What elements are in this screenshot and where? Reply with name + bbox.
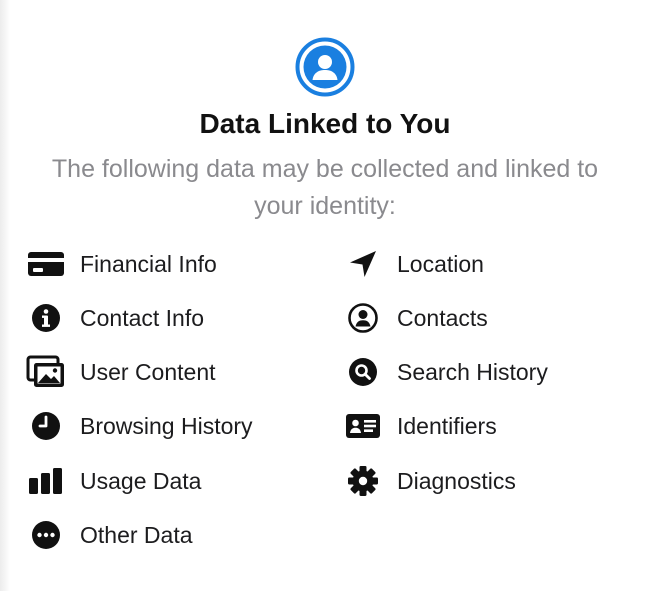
info-circle-icon [26, 300, 66, 336]
ellipsis-circle-icon [26, 517, 66, 553]
list-item-label: Location [397, 250, 484, 277]
left-edge-shadow [0, 0, 10, 591]
list-item-label: Browsing History [80, 412, 253, 439]
list-item-diagnostics: Diagnostics [343, 463, 516, 499]
bar-chart-icon [26, 463, 66, 499]
page-title: Data Linked to You [199, 108, 451, 139]
list-item-financial-info: Financial Info [26, 246, 217, 282]
clock-icon [26, 408, 66, 444]
gear-icon [343, 463, 383, 499]
list-item-label: Search History [397, 358, 548, 385]
list-item-browsing-history: Browsing History [26, 408, 253, 444]
privacy-card: Data Linked to You The following data ma… [0, 0, 650, 591]
magnifier-circle-icon [343, 354, 383, 390]
list-item-label: Identifiers [397, 412, 497, 439]
list-item-identifiers: Identifiers [343, 408, 497, 444]
list-item-location: Location [343, 246, 484, 282]
list-item-other-data: Other Data [26, 517, 193, 553]
list-item-label: Usage Data [80, 467, 202, 494]
location-arrow-icon [343, 246, 383, 282]
list-item-label: Other Data [80, 521, 193, 548]
list-item-label: Contacts [397, 304, 488, 331]
list-item-contact-info: Contact Info [26, 300, 204, 336]
list-item-usage-data: Usage Data [26, 463, 201, 499]
person-circle-icon [294, 36, 356, 98]
page-subtitle: The following data may be collected and … [51, 155, 599, 220]
id-card-icon [343, 408, 383, 444]
list-item-label: Diagnostics [397, 467, 516, 494]
list-item-label: Contact Info [80, 304, 205, 331]
list-item-label: User Content [80, 358, 216, 385]
list-item-search-history: Search History [343, 354, 548, 390]
photos-icon [26, 354, 66, 390]
list-item-contacts: Contacts [343, 300, 488, 336]
credit-card-icon [26, 246, 66, 282]
list-item-user-content: User Content [26, 354, 216, 390]
list-item-label: Financial Info [80, 250, 217, 277]
person-circle-outline-icon [343, 300, 383, 336]
